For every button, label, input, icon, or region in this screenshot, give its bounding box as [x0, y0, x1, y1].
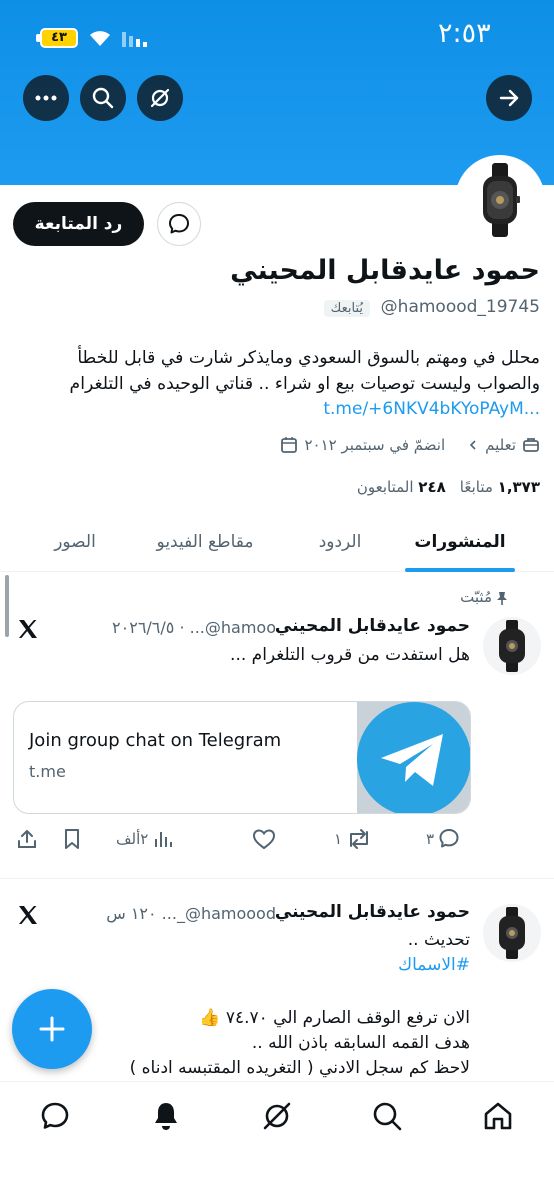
- message-icon: [41, 1102, 69, 1129]
- search-icon: [373, 1102, 402, 1131]
- compose-button[interactable]: [12, 989, 92, 1069]
- heart-icon: [252, 829, 276, 850]
- following-label: متابعًا: [459, 478, 493, 496]
- battery-icon: ٤٣: [40, 28, 78, 48]
- category-label[interactable]: تعليم: [485, 436, 516, 454]
- reply-icon: [439, 829, 459, 848]
- post-divider: [0, 878, 554, 879]
- more-icon: [35, 95, 57, 101]
- profile-avatar[interactable]: [455, 155, 545, 245]
- profile-handle: @hamoood_19745: [380, 297, 540, 317]
- card-domain: t.me: [29, 762, 66, 781]
- post-line: الان ترفع الوقف الصارم الي ٧٤.٧٠ 👍: [199, 1008, 470, 1028]
- tab-videos-label: مقاطع الفيديو: [156, 532, 254, 552]
- nav-messages[interactable]: [37, 1098, 73, 1134]
- tab-photos-label: الصور: [54, 532, 96, 552]
- back-button[interactable]: [486, 75, 532, 121]
- reply-count: ٣: [426, 830, 435, 848]
- follows-you-badge: يُتابعك: [323, 300, 370, 317]
- more-options-button[interactable]: [23, 75, 69, 121]
- follow-back-button[interactable]: رد المتابعة: [13, 202, 144, 246]
- bell-icon: [155, 1103, 177, 1130]
- views-icon: [155, 832, 173, 847]
- post-actions: ٢ألف ١ ٣: [16, 823, 470, 855]
- profile-meta: تعليم انضمّ في سبتمبر ٢٠١٢: [280, 436, 540, 454]
- views-count: ٢ألف: [116, 830, 149, 848]
- grok-icon: [150, 88, 170, 108]
- repost-count: ١: [334, 830, 343, 848]
- watch-image: [483, 904, 541, 962]
- plus-icon: [39, 1016, 65, 1042]
- message-icon: [169, 214, 189, 234]
- grok-icon: [263, 1102, 291, 1130]
- message-button[interactable]: [157, 202, 201, 246]
- bio-link[interactable]: t.me/+6NKV4bKYoPAyM...: [323, 399, 540, 419]
- home-icon: [484, 1102, 512, 1130]
- watch-image: [459, 159, 541, 241]
- nav-grok[interactable]: [259, 1098, 295, 1134]
- hashtag-link[interactable]: #الاسماك: [398, 955, 470, 975]
- scrollbar[interactable]: [5, 575, 9, 637]
- post-avatar[interactable]: [483, 904, 541, 962]
- tab-videos[interactable]: مقاطع الفيديو: [130, 512, 280, 572]
- post-author-name[interactable]: حمود عايدقابل المحيني: [275, 616, 470, 636]
- post-line: هدف القمه السابقه باذن الله ..: [251, 1033, 470, 1053]
- arrow-right-icon: [499, 89, 519, 107]
- card-title: Join group chat on Telegram: [29, 730, 282, 751]
- reply-button[interactable]: ٣: [426, 828, 460, 850]
- display-name: حمود عايدقابل المحيني: [230, 255, 540, 286]
- search-icon: [92, 87, 114, 109]
- active-tab-indicator: [405, 568, 515, 572]
- tab-replies-label: الردود: [318, 532, 362, 552]
- watch-image: [483, 617, 541, 675]
- pin-icon: [494, 590, 510, 610]
- joined-date: انضمّ في سبتمبر ٢٠١٢: [304, 436, 446, 454]
- bookmark-button[interactable]: [62, 828, 82, 850]
- grok-button[interactable]: [137, 75, 183, 121]
- post-author-name[interactable]: حمود عايدقابل المحيني: [275, 902, 470, 922]
- like-button[interactable]: [252, 828, 276, 850]
- bottom-nav: [0, 1081, 554, 1151]
- following-count: ١,٣٧٣: [497, 478, 540, 496]
- telegram-thumbnail: [357, 702, 470, 813]
- profile-tabs: المنشورات الردود مقاطع الفيديو الصور: [0, 512, 554, 572]
- bookmark-icon: [65, 829, 79, 849]
- followers-label: المتابعون: [356, 478, 414, 496]
- followers-count: ٢٤٨: [418, 478, 446, 496]
- post-text: هل استفدت من قروب التلغرام ...: [230, 645, 470, 665]
- pinned-label: مُثبّت: [460, 588, 492, 606]
- nav-home[interactable]: [480, 1098, 516, 1134]
- x-logo-icon: [16, 617, 40, 645]
- share-button[interactable]: [16, 828, 38, 850]
- nav-search[interactable]: [369, 1098, 405, 1134]
- chevron-left-icon: [469, 440, 476, 450]
- briefcase-icon: [523, 438, 539, 452]
- following-count-link[interactable]: ١,٣٧٣ متابعًا: [460, 478, 540, 496]
- tab-posts[interactable]: المنشورات: [395, 512, 525, 572]
- post-handle-time: ‎@hamoood_...‏ ١٢٠ س: [106, 904, 276, 923]
- profile-bio: محلل في ومهتم بالسوق السعودي ومايذكر شار…: [69, 348, 540, 394]
- views-button[interactable]: ٢ألف: [116, 829, 173, 849]
- status-time: ٢:٥٣: [438, 18, 491, 49]
- tab-posts-label: المنشورات: [414, 532, 506, 552]
- search-button[interactable]: [80, 75, 126, 121]
- link-card[interactable]: Join group chat on Telegram t.me: [13, 701, 471, 814]
- post-line: تحديث ..: [407, 930, 470, 950]
- repost-button[interactable]: ١: [334, 828, 372, 850]
- tab-photos[interactable]: الصور: [20, 512, 130, 572]
- post-avatar[interactable]: [483, 617, 541, 675]
- follow-counts: ١,٣٧٣ متابعًا ٢٤٨ المتابعون: [357, 478, 540, 496]
- nav-notifications[interactable]: [148, 1098, 184, 1134]
- tab-replies[interactable]: الردود: [290, 512, 390, 572]
- telegram-icon: [357, 702, 470, 813]
- calendar-icon: [281, 437, 298, 453]
- post-line: لاحظ كم سجل الادني ( التغريده المقتبسه ا…: [129, 1058, 470, 1078]
- post-handle-time: ‎@hamoo... ‏· ٢٠٢٦/٦/٥: [112, 618, 276, 637]
- share-icon: [18, 830, 36, 848]
- x-logo-icon: [16, 903, 40, 931]
- followers-count-link[interactable]: ٢٤٨ المتابعون: [357, 478, 446, 496]
- signal-icon: [120, 28, 150, 52]
- repost-icon: [350, 829, 369, 849]
- wifi-icon: [88, 28, 112, 52]
